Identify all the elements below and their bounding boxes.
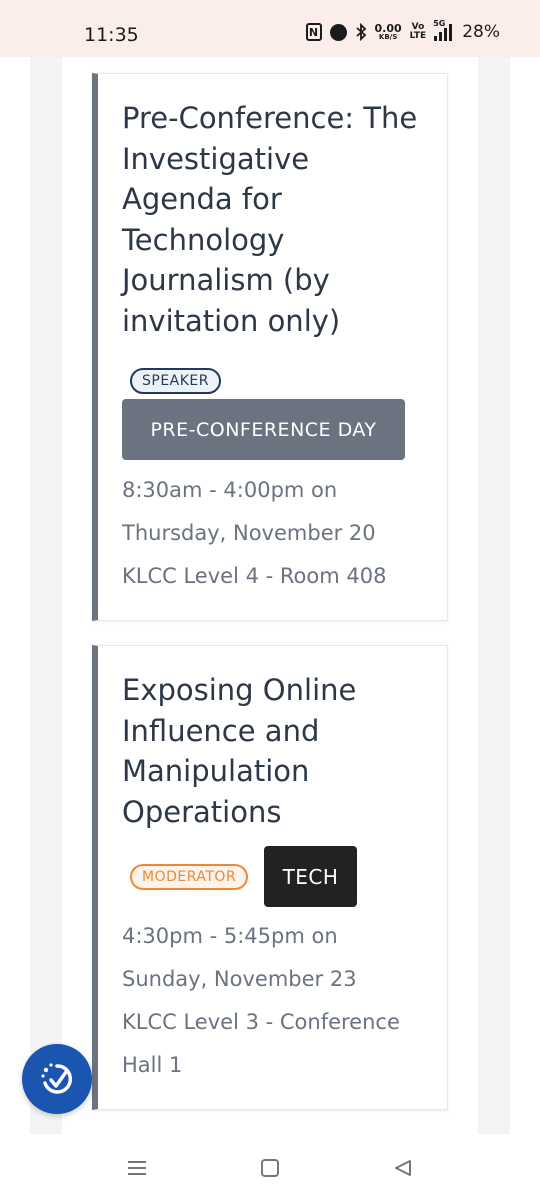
session-location: KLCC Level 3 - Conference Hall 1 [122,1010,400,1077]
battery-level: 28% [462,22,500,42]
nfc-icon: N [305,23,322,41]
session-title[interactable]: Pre-Conference: The Investigative Agenda… [122,98,422,341]
session-time: 4:30pm - 5:45pm on [122,924,338,948]
home-button[interactable] [256,1154,284,1182]
role-badge-speaker: SPEAKER [130,368,222,394]
status-time: 11:35 [84,24,139,46]
recent-apps-icon [128,1161,146,1175]
session-date: Sunday, November 23 [122,967,357,991]
recent-apps-button[interactable] [123,1154,151,1182]
session-title[interactable]: Exposing Online Influence and Manipulati… [122,670,422,832]
signal-icon: 5G [433,19,453,41]
alarm-icon [329,23,347,41]
track-badge[interactable]: TECH [264,846,357,907]
session-meta: 4:30pm - 5:45pm on Sunday, November 23 K… [122,915,432,1087]
back-button[interactable] [389,1154,417,1182]
status-icons: N 0.00 KB/S Vo LTE 5G 28% [305,19,500,42]
bluetooth-icon [355,23,367,41]
status-bar: 11:35 N 0.00 KB/S Vo LTE 5G 28% [0,0,540,57]
session-location: KLCC Level 4 - Room 408 [122,564,387,588]
session-card[interactable]: Pre-Conference: The Investigative Agenda… [92,73,448,621]
session-date: Thursday, November 20 [122,521,376,545]
network-type: 5G [433,18,446,28]
network-speed: 0.00 KB/S [375,23,402,41]
session-time: 8:30am - 4:00pm on [122,478,338,502]
volte-icon: Vo LTE [410,23,427,41]
back-icon [395,1160,411,1176]
system-navigation-bar [0,1134,540,1200]
accessibility-button[interactable] [22,1044,92,1114]
home-icon [261,1159,279,1177]
volte-bottom: LTE [409,31,427,41]
track-badge[interactable]: PRE-CONFERENCE DAY [122,399,405,460]
session-card[interactable]: Exposing Online Influence and Manipulati… [92,645,448,1110]
session-meta: 8:30am - 4:00pm on Thursday, November 20… [122,469,432,598]
network-speed-unit: KB/S [378,33,398,41]
accessibility-icon [41,1063,73,1094]
role-badge-moderator: MODERATOR [130,864,249,890]
